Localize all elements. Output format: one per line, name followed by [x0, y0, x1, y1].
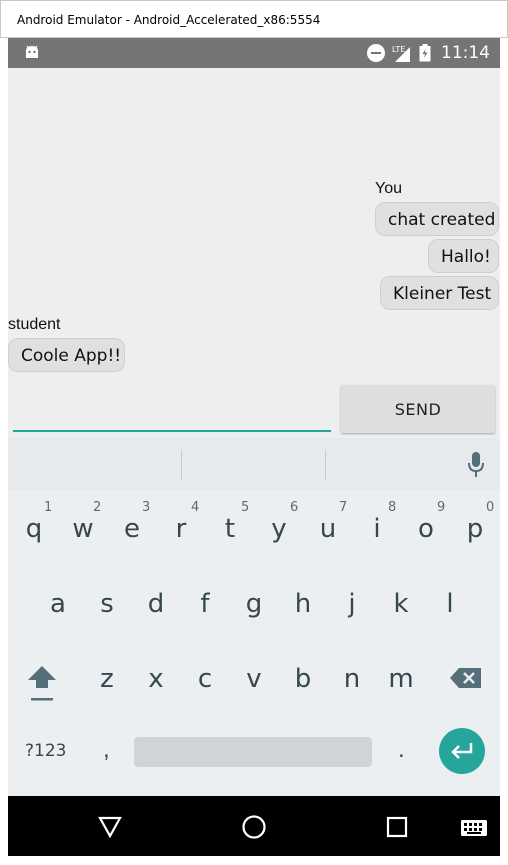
key-m[interactable]: m [381, 659, 421, 699]
backspace-icon[interactable] [449, 666, 483, 690]
key-t[interactable]: t [210, 509, 250, 549]
android-notification-icon [26, 45, 38, 58]
comma-key[interactable]: , [103, 736, 110, 764]
shift-icon[interactable] [26, 664, 58, 704]
suggestion-divider [181, 450, 182, 480]
key-s[interactable]: s [87, 584, 127, 624]
composer: SEND [8, 382, 500, 438]
key-k[interactable]: k [381, 584, 421, 624]
message-input[interactable] [13, 392, 331, 432]
symbols-key[interactable]: ?123 [25, 741, 66, 761]
chat-message-list[interactable]: You chat created Hallo! Kleiner Test stu… [8, 68, 500, 378]
send-button[interactable]: SEND [341, 385, 495, 433]
message-bubble[interactable]: Coole App!! [8, 338, 125, 372]
soft-keyboard: 1 2 3 4 5 6 7 8 9 0 q w e r t y u i o p … [8, 438, 500, 796]
key-u[interactable]: u [308, 509, 348, 549]
key-h[interactable]: h [283, 584, 323, 624]
do-not-disturb-icon [367, 44, 385, 62]
svg-text:LTE: LTE [392, 45, 405, 54]
key-j[interactable]: j [332, 584, 372, 624]
key-c[interactable]: c [185, 659, 225, 699]
sender-label-you: You [375, 180, 402, 197]
key-v[interactable]: v [234, 659, 274, 699]
battery-icon [419, 44, 431, 62]
key-a[interactable]: a [38, 584, 78, 624]
home-icon[interactable] [241, 814, 267, 840]
status-bar: LTE 11:14 [8, 38, 500, 68]
key-o[interactable]: o [406, 509, 446, 549]
signal-icon: LTE [392, 45, 410, 62]
key-b[interactable]: b [283, 659, 323, 699]
key-w[interactable]: w [63, 509, 103, 549]
navigation-bar [8, 796, 500, 856]
suggestion-strip [8, 438, 500, 490]
key-f[interactable]: f [185, 584, 225, 624]
key-i[interactable]: i [357, 509, 397, 549]
key-q[interactable]: q [14, 509, 54, 549]
key-e[interactable]: e [112, 509, 152, 549]
message-bubble[interactable]: chat created [375, 202, 499, 236]
space-key[interactable] [134, 737, 372, 767]
key-n[interactable]: n [332, 659, 372, 699]
status-clock: 11:14 [441, 43, 490, 63]
window-titlebar: Android Emulator - Android_Accelerated_x… [0, 0, 508, 38]
back-icon[interactable] [98, 816, 122, 838]
period-key[interactable]: . [398, 736, 405, 764]
window-title: Android Emulator - Android_Accelerated_x… [17, 13, 321, 27]
key-l[interactable]: l [430, 584, 470, 624]
key-z[interactable]: z [87, 659, 127, 699]
key-r[interactable]: r [161, 509, 201, 549]
message-bubble[interactable]: Kleiner Test [380, 276, 499, 310]
key-p[interactable]: p [455, 509, 495, 549]
key-y[interactable]: y [259, 509, 299, 549]
suggestion-divider [325, 450, 326, 480]
enter-key[interactable] [439, 728, 485, 774]
sender-label-student: student [8, 316, 61, 333]
key-g[interactable]: g [234, 584, 274, 624]
message-bubble[interactable]: Hallo! [428, 239, 499, 273]
recents-icon[interactable] [386, 816, 408, 838]
keyboard-switch-icon[interactable] [460, 819, 488, 837]
key-d[interactable]: d [136, 584, 176, 624]
device-screen: LTE 11:14 You chat created Hallo! Kleine… [8, 38, 500, 856]
enter-icon [451, 743, 473, 759]
microphone-icon[interactable] [466, 450, 486, 480]
key-x[interactable]: x [136, 659, 176, 699]
